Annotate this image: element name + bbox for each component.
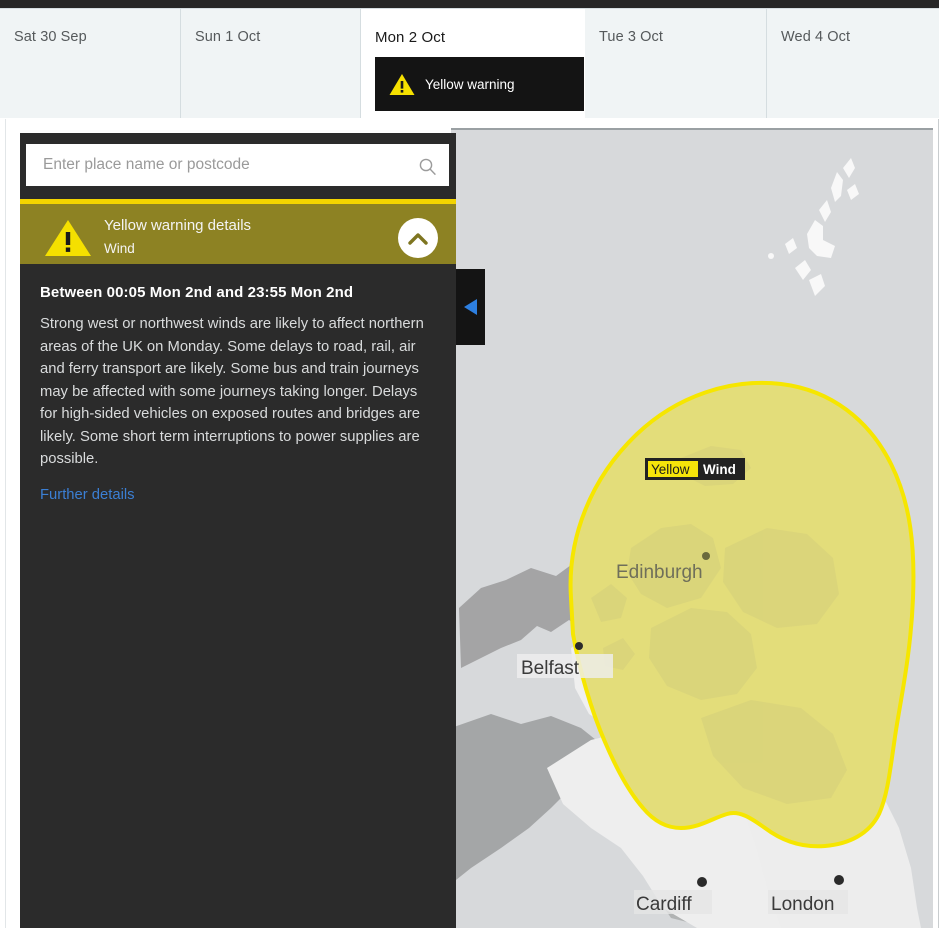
city-label: London: [771, 894, 834, 915]
search-input[interactable]: [27, 145, 412, 185]
warning-map[interactable]: Yellow Wind Edinburgh Belfast Cardiff Lo…: [451, 128, 933, 928]
city-label: Cardiff: [636, 894, 692, 915]
map-top-border: [451, 128, 933, 130]
chevron-up-icon: [408, 232, 428, 245]
warning-header-title: Yellow warning details: [104, 217, 252, 234]
city-label: Edinburgh: [616, 562, 703, 583]
warning-triangle-icon: [389, 73, 415, 95]
tab-sat-30-sep[interactable]: Sat 30 Sep: [0, 9, 181, 118]
tab-label: Tue 3 Oct: [599, 29, 664, 45]
content-body: Yellow Wind Edinburgh Belfast Cardiff Lo…: [0, 119, 939, 928]
search-button[interactable]: [414, 153, 440, 179]
warning-detail-panel: Yellow warning details Wind Between 00:0…: [20, 133, 456, 928]
day-tab-bar: Sat 30 Sep Sun 1 Oct Mon 2 Oct Yellow wa…: [0, 8, 939, 118]
tab-warning-label: Yellow warning: [425, 76, 515, 92]
tab-warning-chip[interactable]: Yellow warning: [375, 57, 584, 111]
tab-label: Sun 1 Oct: [195, 29, 261, 45]
search-icon: [419, 158, 436, 175]
tab-mon-2-oct[interactable]: Mon 2 Oct Yellow warning: [361, 9, 585, 118]
triangle-left-icon: [463, 299, 477, 315]
tab-label: Sat 30 Sep: [14, 29, 87, 45]
top-dark-strip: [0, 0, 939, 8]
collapse-warning-button[interactable]: [398, 218, 438, 258]
tab-wed-4-oct[interactable]: Wed 4 Oct: [767, 9, 939, 118]
warning-body: Between 00:05 Mon 2nd and 23:55 Mon 2nd …: [20, 264, 456, 504]
collapse-panel-button[interactable]: [456, 269, 485, 345]
warning-description: Strong west or northwest winds are likel…: [40, 316, 424, 467]
tab-label: Mon 2 Oct: [375, 29, 446, 46]
warning-header-subtitle: Wind: [104, 241, 135, 256]
tab-sun-1-oct[interactable]: Sun 1 Oct: [181, 9, 361, 118]
map-canvas: Yellow Wind Edinburgh Belfast Cardiff Lo…: [451, 128, 933, 928]
tab-tue-3-oct[interactable]: Tue 3 Oct: [585, 9, 767, 118]
tab-label: Wed 4 Oct: [781, 29, 851, 45]
badge-level-text: Yellow: [651, 462, 690, 477]
badge-hazard-text: Wind: [703, 462, 736, 477]
city-label: Belfast: [521, 658, 580, 679]
map-warning-badge: Yellow Wind: [645, 458, 745, 480]
page-root: Sat 30 Sep Sun 1 Oct Mon 2 Oct Yellow wa…: [0, 0, 939, 928]
warning-triangle-icon: [45, 220, 91, 256]
warning-period: Between 00:05 Mon 2nd and 23:55 Mon 2nd: [40, 284, 354, 301]
search-box[interactable]: [26, 144, 449, 186]
content-frame: Yellow Wind Edinburgh Belfast Cardiff Lo…: [5, 119, 939, 928]
further-details-link[interactable]: Further details: [40, 487, 135, 503]
warning-header[interactable]: Yellow warning details Wind: [20, 199, 456, 264]
search-zone: [20, 133, 456, 199]
